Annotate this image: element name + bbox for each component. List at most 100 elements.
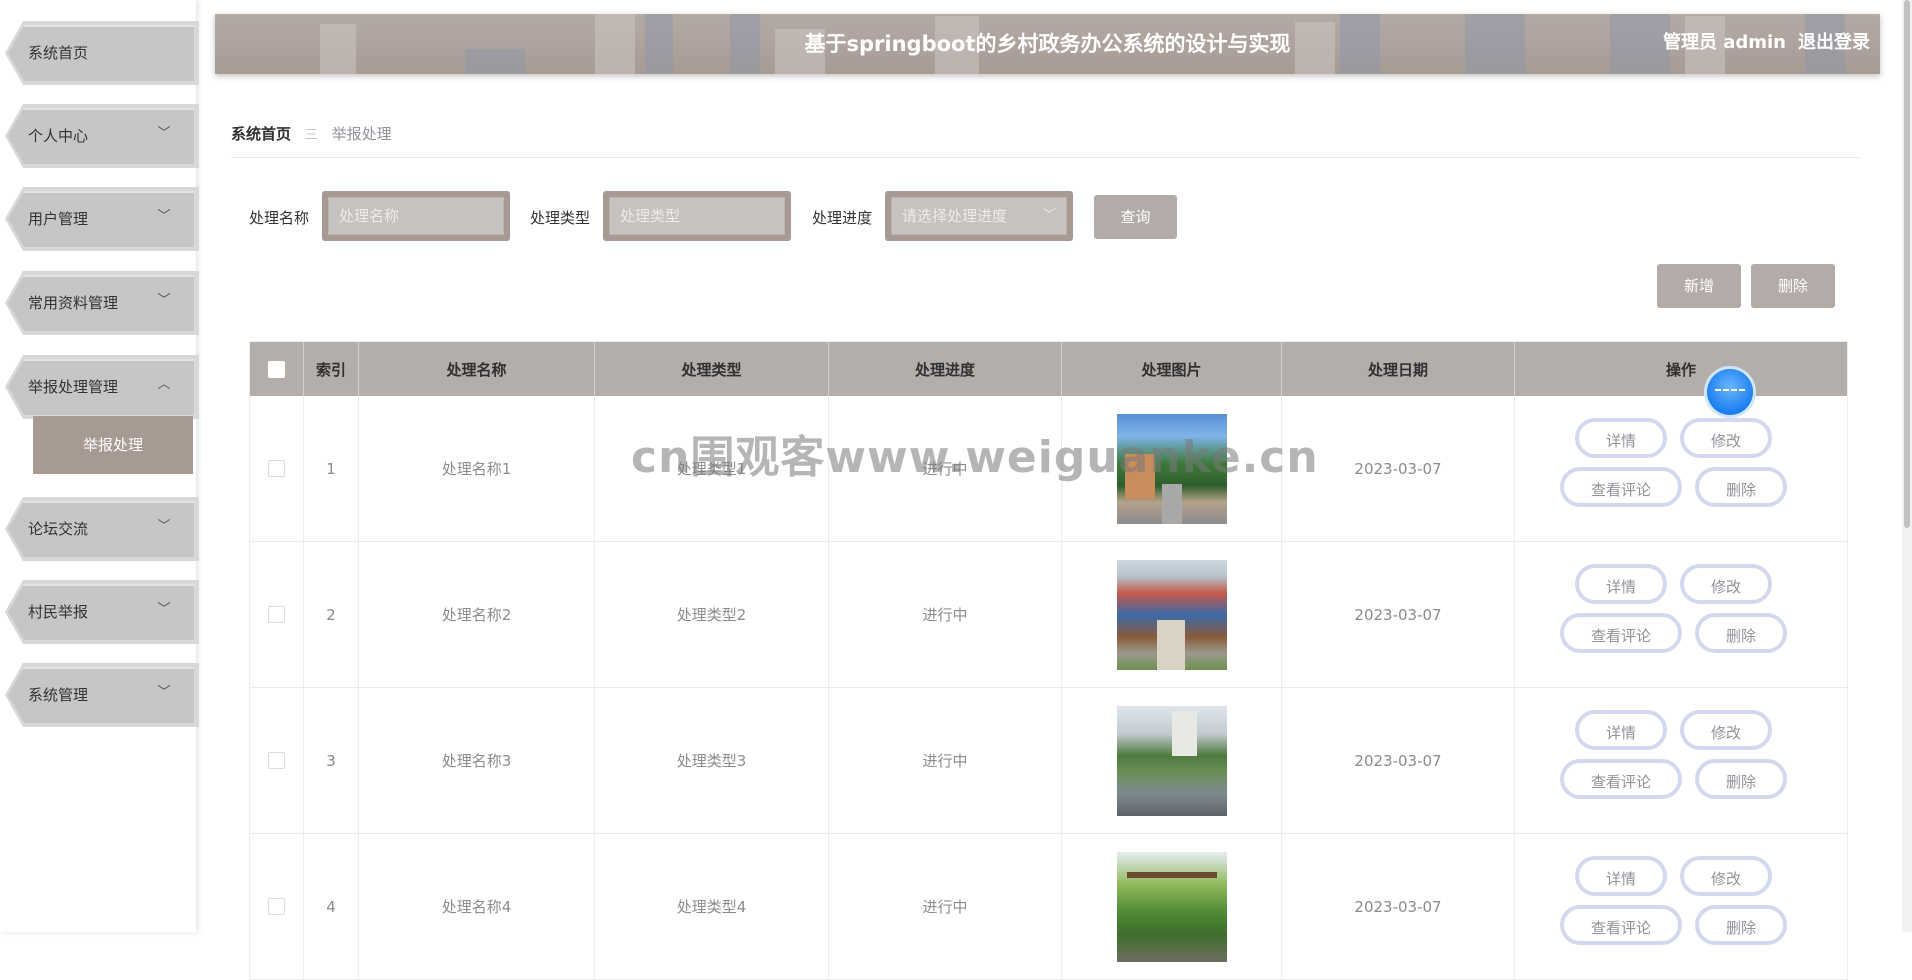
- row-checkbox[interactable]: [268, 460, 285, 477]
- sidebar-subitem-report-handling[interactable]: 举报处理: [33, 416, 193, 474]
- row-type: 处理类型2: [595, 542, 829, 687]
- row-index: 1: [304, 396, 359, 541]
- sidebar-item-villager-report[interactable]: 村民举报 ﹀: [5, 580, 199, 644]
- sidebar-item-label: 用户管理: [28, 210, 89, 228]
- sidebar-item-system-management[interactable]: 系统管理 ﹀: [5, 663, 199, 727]
- sidebar-item-personal-center[interactable]: 个人中心 ﹀: [5, 104, 199, 168]
- progress-select-placeholder: 请选择处理进度: [902, 207, 1008, 225]
- chevron-down-icon: ﹀: [157, 293, 171, 308]
- column-header: 处理进度: [829, 342, 1062, 396]
- type-search-wrapper: [603, 191, 791, 241]
- sidebar-item-user-management[interactable]: 用户管理 ﹀: [5, 187, 199, 251]
- row-type: 处理类型3: [595, 688, 829, 833]
- row-index: 3: [304, 688, 359, 833]
- row-date: 2023-03-07: [1282, 834, 1515, 979]
- sidebar-item-label: 系统首页: [28, 44, 89, 62]
- sidebar-item-label: 常用资料管理: [28, 294, 119, 312]
- delete-button[interactable]: 删除: [1695, 613, 1787, 653]
- view-comments-button[interactable]: 查看评论: [1560, 467, 1682, 507]
- select-all-cell: [250, 342, 304, 396]
- sidebar-item-label: 系统管理: [28, 686, 89, 704]
- row-name: 处理名称3: [359, 688, 595, 833]
- delete-button[interactable]: 删除: [1695, 759, 1787, 799]
- query-button[interactable]: 查询: [1094, 195, 1177, 239]
- column-header: 处理日期: [1282, 342, 1515, 396]
- view-comments-button[interactable]: 查看评论: [1560, 905, 1682, 945]
- row-image[interactable]: [1116, 705, 1227, 816]
- table-row: 1 处理名称1 处理类型1 进行中 2023-03-07 详情 修改 查看评论 …: [250, 396, 1847, 542]
- chevron-down-icon: ﹀: [157, 602, 171, 617]
- view-comments-button[interactable]: 查看评论: [1560, 613, 1682, 653]
- row-date: 2023-03-07: [1282, 542, 1515, 687]
- type-search-label: 处理类型: [530, 209, 591, 227]
- row-progress: 进行中: [829, 834, 1062, 979]
- row-date: 2023-03-07: [1282, 396, 1515, 541]
- data-table: 索引 处理名称 处理类型 处理进度 处理图片 处理日期 操作 1 处理名称1 处…: [249, 341, 1848, 980]
- row-name: 处理名称4: [359, 834, 595, 979]
- row-index: 2: [304, 542, 359, 687]
- page-scrollbar[interactable]: [1902, 0, 1912, 932]
- column-header: 处理名称: [359, 342, 595, 396]
- detail-button[interactable]: 详情: [1575, 856, 1667, 896]
- sidebar-item-forum[interactable]: 论坛交流 ﹀: [5, 497, 199, 561]
- row-progress: 进行中: [829, 396, 1062, 541]
- breadcrumb-separator-icon: 三: [304, 128, 318, 143]
- column-header: 索引: [304, 342, 359, 396]
- row-type: 处理类型4: [595, 834, 829, 979]
- breadcrumb-home[interactable]: 系统首页: [231, 125, 291, 143]
- floating-assist-icon[interactable]: [1707, 369, 1753, 415]
- column-header: 处理类型: [595, 342, 829, 396]
- edit-button[interactable]: 修改: [1680, 418, 1772, 458]
- sidebar-item-label: 个人中心: [28, 127, 89, 145]
- table-row: 3 处理名称3 处理类型3 进行中 2023-03-07 详情 修改 查看评论 …: [250, 688, 1847, 834]
- name-search-input[interactable]: [329, 198, 503, 234]
- top-header: 基于springboot的乡村政务办公系统的设计与实现 管理员 admin 退出…: [215, 14, 1880, 74]
- scrollbar-thumb[interactable]: [1904, 0, 1910, 528]
- name-search-label: 处理名称: [249, 209, 310, 227]
- row-date: 2023-03-07: [1282, 688, 1515, 833]
- sidebar-item-report-management[interactable]: 举报处理管理 ︿: [5, 355, 199, 419]
- row-name: 处理名称2: [359, 542, 595, 687]
- row-image[interactable]: [1116, 413, 1227, 524]
- edit-button[interactable]: 修改: [1680, 710, 1772, 750]
- name-search-wrapper: [322, 191, 510, 241]
- table-row: 2 处理名称2 处理类型2 进行中 2023-03-07 详情 修改 查看评论 …: [250, 542, 1847, 688]
- table-row: 4 处理名称4 处理类型4 进行中 2023-03-07 详情 修改 查看评论 …: [250, 834, 1847, 980]
- user-label: 管理员 admin: [1662, 32, 1786, 53]
- page-title: 基于springboot的乡村政务办公系统的设计与实现: [804, 32, 1291, 56]
- column-header: 处理图片: [1062, 342, 1282, 396]
- row-index: 4: [304, 834, 359, 979]
- sidebar: 系统首页 个人中心 ﹀ 用户管理 ﹀ 常用资料管理 ﹀ 举报处理管理 ︿ 举报处…: [0, 0, 199, 932]
- column-header: 操作: [1665, 360, 1696, 379]
- row-progress: 进行中: [829, 688, 1062, 833]
- chevron-down-icon: ﹀: [157, 685, 171, 700]
- detail-button[interactable]: 详情: [1575, 564, 1667, 604]
- batch-delete-button[interactable]: 删除: [1751, 264, 1835, 308]
- chevron-down-icon: ﹀: [1042, 208, 1056, 223]
- chevron-down-icon: ﹀: [157, 209, 171, 224]
- detail-button[interactable]: 详情: [1575, 418, 1667, 458]
- row-image[interactable]: [1116, 559, 1227, 670]
- detail-button[interactable]: 详情: [1575, 710, 1667, 750]
- row-progress: 进行中: [829, 542, 1062, 687]
- progress-search-label: 处理进度: [812, 209, 873, 227]
- row-checkbox[interactable]: [268, 606, 285, 623]
- sidebar-item-home[interactable]: 系统首页: [5, 21, 199, 85]
- progress-select[interactable]: 请选择处理进度 ﹀: [885, 191, 1073, 241]
- edit-button[interactable]: 修改: [1680, 856, 1772, 896]
- sidebar-item-common-data[interactable]: 常用资料管理 ﹀: [5, 271, 199, 335]
- logout-button[interactable]: 退出登录: [1798, 14, 1870, 72]
- sidebar-item-label: 村民举报: [28, 603, 89, 621]
- type-search-input[interactable]: [610, 198, 784, 234]
- row-type: 处理类型1: [595, 396, 829, 541]
- select-all-checkbox[interactable]: [268, 360, 285, 378]
- row-image[interactable]: [1116, 851, 1227, 962]
- table-header: 索引 处理名称 处理类型 处理进度 处理图片 处理日期 操作: [250, 342, 1847, 396]
- delete-button[interactable]: 删除: [1695, 467, 1787, 507]
- delete-button[interactable]: 删除: [1695, 905, 1787, 945]
- view-comments-button[interactable]: 查看评论: [1560, 759, 1682, 799]
- row-checkbox[interactable]: [268, 752, 285, 769]
- add-button[interactable]: 新增: [1657, 264, 1741, 308]
- edit-button[interactable]: 修改: [1680, 564, 1772, 604]
- row-checkbox[interactable]: [268, 898, 285, 915]
